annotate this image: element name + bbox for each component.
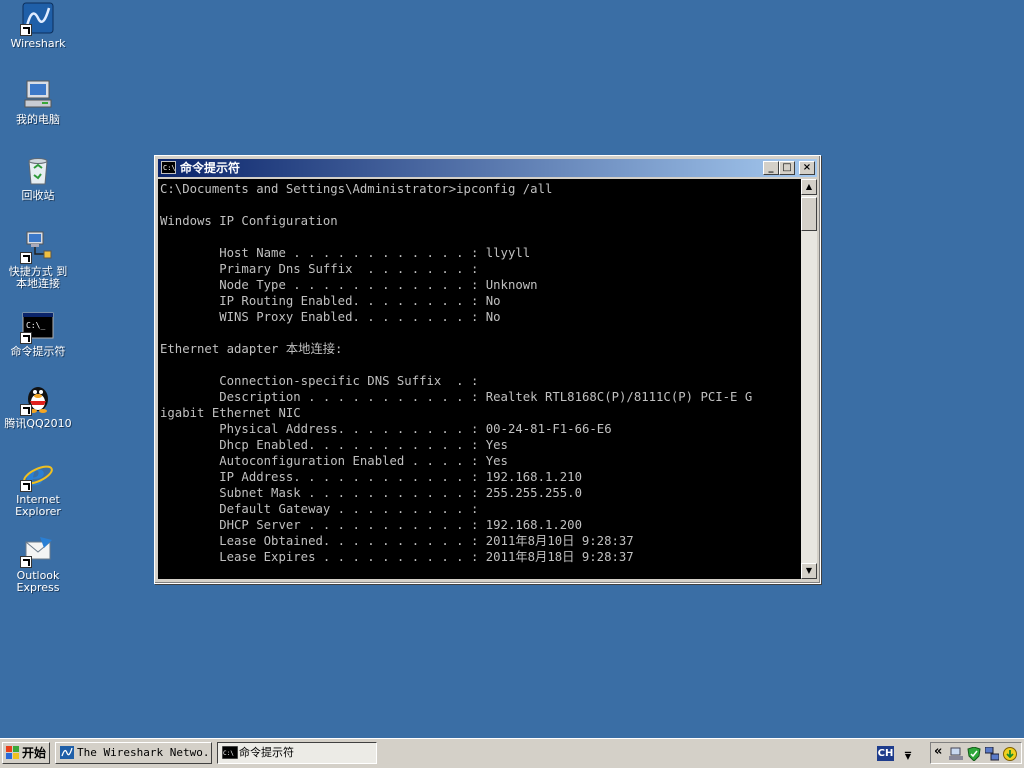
scroll-down-button[interactable]: ▼ — [801, 563, 817, 579]
console-line: Lease Expires . . . . . . . . . . : 2011… — [160, 550, 634, 564]
outlook-express-icon — [20, 534, 54, 568]
desktop-icon-recycle-bin[interactable]: 回收站 — [0, 154, 76, 202]
language-indicator[interactable]: CH — [877, 746, 894, 761]
console-line: Node Type . . . . . . . . . . . . : Unkn… — [160, 278, 538, 292]
desktop-icon-qq[interactable]: 腾讯QQ2010 — [0, 382, 76, 430]
desktop-icon-label: Outlook Express — [16, 569, 60, 594]
command-prompt-icon: C:\ — [221, 745, 239, 760]
console-line: Connection-specific DNS Suffix . : — [160, 374, 479, 388]
console-line: Host Name . . . . . . . . . . . . : llyy… — [160, 246, 531, 260]
console-line: Lease Obtained. . . . . . . . . . : 2011… — [160, 534, 634, 548]
console-line: IP Address. . . . . . . . . . . . : 192.… — [160, 470, 582, 484]
console-line: Ethernet adapter 本地连接: — [160, 342, 343, 356]
command-prompt-icon: C:\_ — [20, 310, 54, 344]
console-line: Autoconfiguration Enabled . . . . : Yes — [160, 454, 508, 468]
console-line: Dhcp Enabled. . . . . . . . . . . : Yes — [160, 438, 508, 452]
recycle-bin-icon — [22, 154, 54, 186]
console-line: igabit Ethernet NIC — [160, 406, 301, 420]
qq-penguin-icon — [20, 382, 54, 416]
my-computer-icon — [22, 78, 54, 110]
console-text: C:\Documents and Settings\Administrator>… — [158, 179, 801, 565]
network-connection-icon — [20, 230, 54, 264]
window-titlebar[interactable]: C:\ 命令提示符 _ □ × — [158, 159, 817, 177]
desktop-icon-my-computer[interactable]: 我的电脑 — [0, 78, 76, 126]
wireshark-icon — [60, 746, 74, 759]
taskbar: 开始 The Wireshark Netwo... C:\ 命令提示符 CH ▁… — [0, 738, 1024, 768]
network-icon[interactable] — [949, 746, 963, 760]
minimize-button[interactable]: _ — [763, 161, 779, 175]
console-line: Primary Dns Suffix . . . . . . . : — [160, 262, 479, 276]
console-line: Description . . . . . . . . . . . : Real… — [160, 390, 753, 404]
console-line: Default Gateway . . . . . . . . . : — [160, 502, 479, 516]
console-line: C:\Documents and Settings\Administrator>… — [160, 182, 553, 196]
console-line: WINS Proxy Enabled. . . . . . . . : No — [160, 310, 501, 324]
language-menu-arrow-icon[interactable]: ▁ ▼ — [902, 745, 914, 763]
maximize-button[interactable]: □ — [779, 161, 795, 175]
desktop-icon-outlook-express[interactable]: Outlook Express — [0, 534, 76, 594]
svg-text:C:\: C:\ — [223, 750, 234, 757]
vertical-scrollbar[interactable]: ▲ ▼ — [801, 179, 817, 579]
taskbar-item-label: 命令提示符 — [239, 746, 294, 759]
console-line: Physical Address. . . . . . . . . : 00-2… — [160, 422, 612, 436]
start-label: 开始 — [22, 746, 47, 760]
console-line: DHCP Server . . . . . . . . . . . : 192.… — [160, 518, 582, 532]
desktop-icon-command-prompt[interactable]: C:\_ 命令提示符 — [0, 310, 76, 358]
svg-text:C:\_: C:\_ — [26, 321, 45, 330]
taskbar-item-wireshark[interactable]: The Wireshark Netwo... — [55, 742, 212, 764]
desktop-icon-label: Internet Explorer — [15, 493, 61, 518]
update-icon[interactable] — [1003, 746, 1017, 761]
internet-explorer-icon: e — [20, 458, 54, 492]
scroll-thumb[interactable] — [801, 197, 817, 231]
desktop-icon-label: 腾讯QQ2010 — [4, 417, 72, 430]
windows-flag-icon — [6, 746, 20, 759]
window-title: 命令提示符 — [180, 161, 241, 175]
desktop-icon-internet-explorer[interactable]: e Internet Explorer — [0, 458, 76, 518]
desktop-icon-network-shortcut[interactable]: 快捷方式 到 本地连接 — [0, 230, 76, 290]
network-connections-icon[interactable] — [984, 746, 1000, 761]
desktop-icon-wireshark[interactable]: Wireshark — [0, 2, 76, 50]
shield-icon[interactable] — [967, 746, 981, 762]
desktop-icon-label: 快捷方式 到 本地连接 — [8, 265, 68, 290]
system-tray: « — [930, 742, 1022, 764]
console-output[interactable]: C:\Documents and Settings\Administrator>… — [158, 179, 801, 579]
desktop-icon-label: 回收站 — [21, 189, 55, 202]
desktop-icon-label: 我的电脑 — [16, 113, 60, 126]
desktop-icon-label: 命令提示符 — [10, 345, 66, 358]
desktop-icon-label: Wireshark — [10, 37, 66, 50]
tray-expand-chevron-icon[interactable]: « — [934, 744, 942, 759]
taskbar-item-label: The Wireshark Netwo... — [77, 746, 212, 759]
scroll-up-button[interactable]: ▲ — [801, 179, 817, 195]
close-button[interactable]: × — [799, 161, 815, 175]
command-prompt-window[interactable]: C:\ 命令提示符 _ □ × C:\Documents and Setting… — [154, 155, 821, 584]
command-prompt-icon[interactable]: C:\ — [161, 161, 176, 174]
wireshark-icon — [20, 2, 54, 36]
start-button[interactable]: 开始 — [2, 742, 50, 764]
console-line: IP Routing Enabled. . . . . . . . : No — [160, 294, 501, 308]
console-line: Subnet Mask . . . . . . . . . . . : 255.… — [160, 486, 582, 500]
taskbar-item-command-prompt[interactable]: C:\ 命令提示符 — [217, 742, 377, 764]
console-line: Windows IP Configuration — [160, 214, 338, 228]
